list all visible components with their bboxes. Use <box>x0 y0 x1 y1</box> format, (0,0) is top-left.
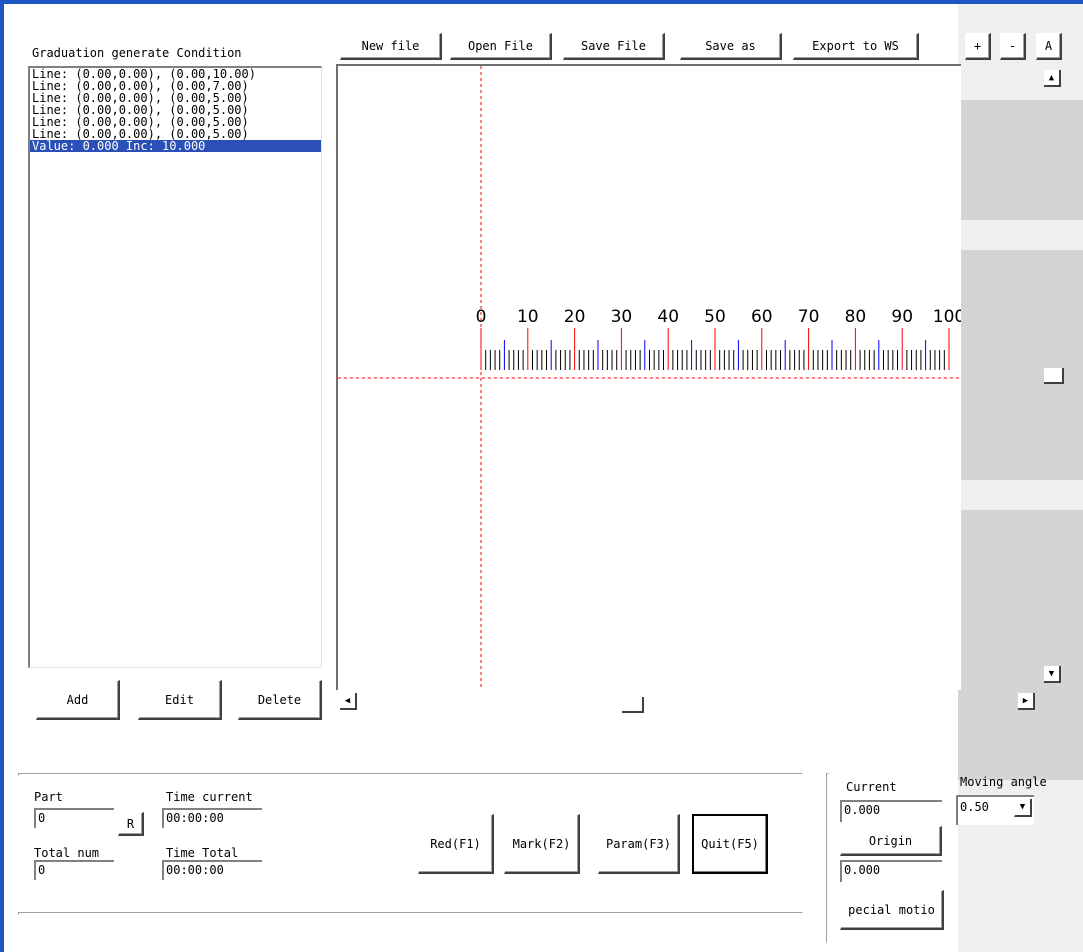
time-total-field: 00:00:00 <box>162 860 262 880</box>
scroll-right-icon[interactable]: ▶ <box>1018 693 1035 710</box>
list-title: Graduation generate Condition <box>32 46 242 60</box>
scroll-up-icon[interactable]: ▲ <box>1044 70 1061 87</box>
zoom-out-button[interactable]: - <box>1000 33 1026 60</box>
save-as-button[interactable]: Save as <box>680 33 782 60</box>
origin-value-field: 0.000 <box>840 860 942 882</box>
time-current-field: 00:00:00 <box>162 808 262 828</box>
ruler-label: 40 <box>657 307 679 327</box>
reset-part-button[interactable]: R <box>118 812 144 836</box>
auto-fit-button[interactable]: A <box>1036 33 1062 60</box>
watermark-block <box>958 100 1083 220</box>
chevron-down-icon[interactable]: ▼ <box>1014 799 1032 817</box>
scroll-left-icon[interactable]: ◀ <box>340 693 357 710</box>
status-bar-line <box>18 912 803 915</box>
total-num-field[interactable]: 0 <box>34 860 114 880</box>
motion-group-frame <box>826 773 829 943</box>
origin-button[interactable]: Origin <box>840 826 942 856</box>
add-button[interactable]: Add <box>36 680 120 720</box>
vertical-scroll-thumb[interactable] <box>1044 368 1064 384</box>
moving-angle-select[interactable]: 0.50 ▼ <box>956 795 1034 825</box>
window-left-border <box>0 4 4 952</box>
special-motion-button[interactable]: pecial motio <box>840 890 944 930</box>
ruler-label: 10 <box>517 307 539 327</box>
edit-button[interactable]: Edit <box>138 680 222 720</box>
watermark-block <box>958 250 1083 480</box>
ruler-label: 20 <box>564 307 586 327</box>
new-file-button[interactable]: New file <box>340 33 442 60</box>
ruler-label: 80 <box>845 307 867 327</box>
total-num-label: Total num <box>34 846 100 860</box>
watermark-block <box>958 510 1083 780</box>
time-current-label: Time current <box>166 790 253 804</box>
status-group-frame <box>18 773 803 776</box>
zoom-in-button[interactable]: + <box>965 33 991 60</box>
export-ws-button[interactable]: Export to WS <box>793 33 919 60</box>
ruler-label: 90 <box>891 307 913 327</box>
part-field[interactable]: 0 <box>34 808 114 828</box>
param-button[interactable]: Param(F3) <box>598 814 680 874</box>
scroll-down-icon[interactable]: ▼ <box>1044 666 1061 683</box>
ruler-label: 0 <box>476 307 487 327</box>
red-button[interactable]: Red(F1) <box>418 814 494 874</box>
list-item[interactable]: Value: 0.000 Inc: 10.000 <box>30 140 321 152</box>
condition-list[interactable]: Line: (0.00,0.00), (0.00,10.00) Line: (0.… <box>28 66 322 668</box>
delete-button[interactable]: Delete <box>238 680 322 720</box>
ruler-drawing: 0 10 20 30 40 50 60 70 80 90 100 <box>338 66 961 690</box>
ruler-label: 60 <box>751 307 773 327</box>
drawing-canvas[interactable]: 0 10 20 30 40 50 60 70 80 90 100 <box>336 64 961 690</box>
save-file-button[interactable]: Save File <box>563 33 665 60</box>
open-file-button[interactable]: Open File <box>450 33 552 60</box>
time-total-label: Time Total <box>166 846 239 860</box>
moving-angle-value: 0.50 <box>960 800 989 814</box>
part-label: Part <box>34 790 63 804</box>
ruler-label: 50 <box>704 307 726 327</box>
mark-button[interactable]: Mark(F2) <box>504 814 580 874</box>
ruler-label: 100 <box>933 307 961 327</box>
window-top-border <box>0 0 1083 4</box>
ruler-label: 30 <box>611 307 633 327</box>
moving-angle-label: Moving angle <box>960 775 1047 789</box>
current-label: Current <box>846 780 897 794</box>
horizontal-scroll-thumb[interactable] <box>622 697 644 713</box>
ruler-label: 70 <box>798 307 820 327</box>
current-value-field: 0.000 <box>840 800 942 822</box>
quit-button[interactable]: Quit(F5) <box>692 814 768 874</box>
